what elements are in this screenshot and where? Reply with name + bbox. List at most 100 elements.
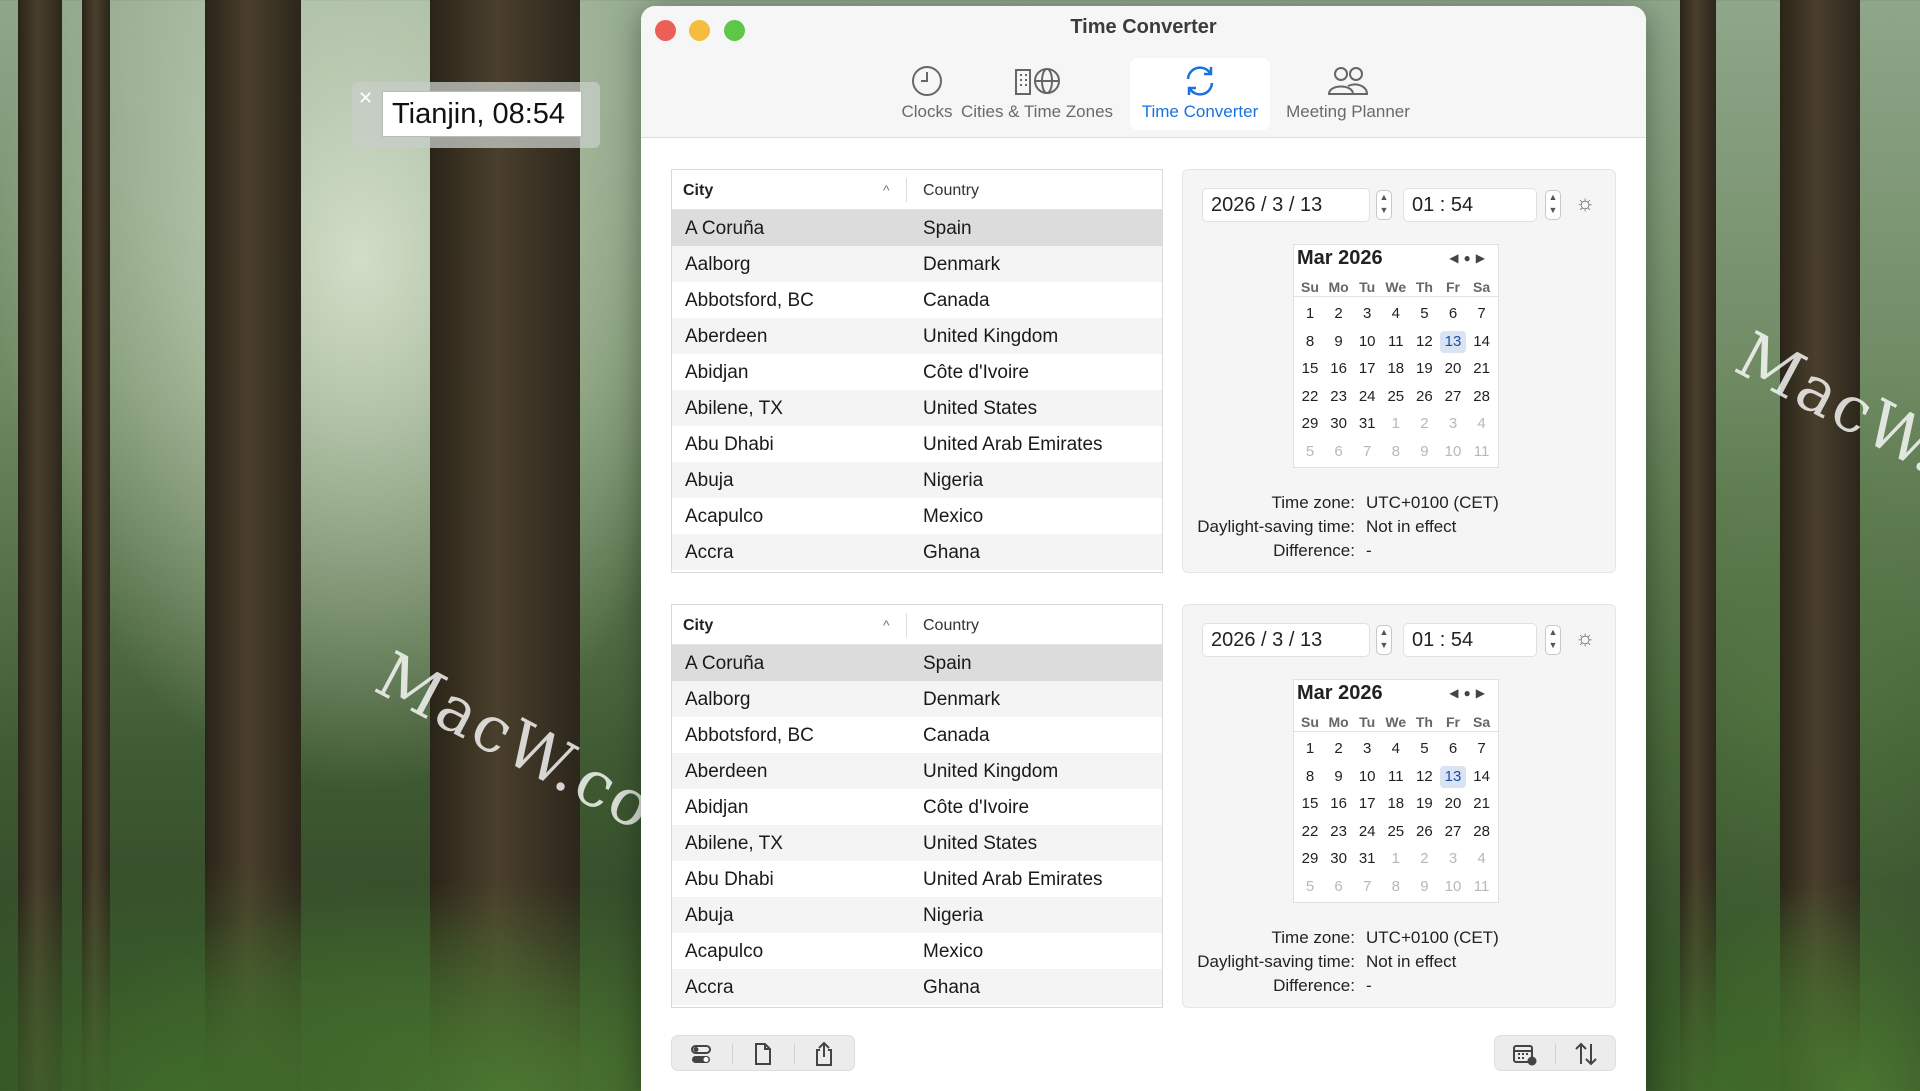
- calendar-day[interactable]: 8: [1383, 876, 1409, 898]
- calendar[interactable]: Mar 2026 ◀●▶ Su Mo Tu We Th Fr Sa 1 2 3 4 5 6 7 8 9 10 11 12…: [1293, 244, 1499, 468]
- table-row[interactable]: Abilene, TX United States: [672, 390, 1162, 426]
- calendar-day[interactable]: 3: [1440, 413, 1466, 435]
- table-row[interactable]: Accra Ghana: [672, 969, 1162, 1005]
- calendar-day[interactable]: 16: [1326, 793, 1352, 815]
- share-button[interactable]: [809, 1040, 839, 1068]
- calendar-day[interactable]: 31: [1354, 848, 1380, 870]
- calendar-day[interactable]: 8: [1383, 441, 1409, 463]
- city-table-top[interactable]: City ^ Country A Coruña Spain Aalborg Denma…: [671, 169, 1163, 573]
- document-button[interactable]: [747, 1040, 777, 1068]
- column-header-city[interactable]: City: [683, 617, 713, 635]
- calendar-day[interactable]: 6: [1326, 876, 1352, 898]
- settings-toggle-button[interactable]: [686, 1040, 716, 1068]
- table-row[interactable]: Abu Dhabi United Arab Emirates: [672, 426, 1162, 462]
- calendar-day[interactable]: 31: [1354, 413, 1380, 435]
- table-row[interactable]: Abidjan Côte d'Ivoire: [672, 354, 1162, 390]
- table-row[interactable]: Aberdeen United Kingdom: [672, 753, 1162, 789]
- time-field[interactable]: 01 : 54: [1403, 188, 1537, 222]
- floating-clock-widget[interactable]: ✕ Tianjin, 08:54: [352, 82, 600, 148]
- calendar-day[interactable]: 27: [1440, 386, 1466, 408]
- table-row[interactable]: Aalborg Denmark: [672, 246, 1162, 282]
- calendar-day[interactable]: 10: [1354, 766, 1380, 788]
- table-row[interactable]: Abbotsford, BC Canada: [672, 717, 1162, 753]
- date-stepper[interactable]: ▲ ▼: [1376, 190, 1392, 220]
- calendar-day[interactable]: 1: [1383, 413, 1409, 435]
- calendar-day[interactable]: 23: [1326, 821, 1352, 843]
- calendar-day[interactable]: 5: [1411, 303, 1437, 325]
- city-table-bottom[interactable]: City ^ Country A Coruña Spain Aalborg Denma…: [671, 604, 1163, 1008]
- calendar-day[interactable]: 6: [1440, 738, 1466, 760]
- sort-ascending-icon[interactable]: ^: [883, 182, 890, 198]
- column-header-country[interactable]: Country: [923, 617, 979, 635]
- calendar-day[interactable]: 30: [1326, 848, 1352, 870]
- calendar-day[interactable]: 2: [1411, 413, 1437, 435]
- calendar-day[interactable]: 30: [1326, 413, 1352, 435]
- calendar-day[interactable]: 4: [1383, 738, 1409, 760]
- calendar-day[interactable]: 8: [1297, 766, 1323, 788]
- calendar-day[interactable]: 5: [1411, 738, 1437, 760]
- table-row[interactable]: Accra Ghana: [672, 534, 1162, 570]
- tab-meeting-planner[interactable]: Meeting Planner: [1281, 58, 1415, 130]
- calendar-day[interactable]: 9: [1326, 331, 1352, 353]
- calendar-day[interactable]: 14: [1469, 766, 1495, 788]
- calendar-prev-icon[interactable]: ◀: [1449, 686, 1463, 700]
- calendar-day[interactable]: 18: [1383, 793, 1409, 815]
- calendar-day[interactable]: 5: [1297, 441, 1323, 463]
- table-row[interactable]: Abuja Nigeria: [672, 462, 1162, 498]
- calendar-day[interactable]: 2: [1326, 303, 1352, 325]
- calendar-day[interactable]: 11: [1383, 331, 1409, 353]
- calendar-day[interactable]: 17: [1354, 793, 1380, 815]
- calendar-day[interactable]: 13: [1440, 765, 1466, 788]
- calendar-day[interactable]: 7: [1469, 303, 1495, 325]
- calendar-day[interactable]: 2: [1411, 848, 1437, 870]
- calendar-day[interactable]: 17: [1354, 358, 1380, 380]
- calendar-day[interactable]: 7: [1354, 441, 1380, 463]
- calendar-day[interactable]: 9: [1411, 441, 1437, 463]
- calendar-next-icon[interactable]: ▶: [1476, 686, 1490, 700]
- table-row[interactable]: Abidjan Côte d'Ivoire: [672, 789, 1162, 825]
- date-field[interactable]: 2026 / 3 / 13: [1202, 188, 1370, 222]
- column-header-city[interactable]: City: [683, 182, 713, 200]
- time-field[interactable]: 01 : 54: [1403, 623, 1537, 657]
- calendar-day[interactable]: 29: [1297, 413, 1323, 435]
- calendar-day[interactable]: 9: [1411, 876, 1437, 898]
- table-row[interactable]: Abilene, TX United States: [672, 825, 1162, 861]
- calendar-day[interactable]: 15: [1297, 793, 1323, 815]
- sort-ascending-icon[interactable]: ^: [883, 617, 890, 633]
- calendar-day[interactable]: 12: [1411, 766, 1437, 788]
- time-stepper[interactable]: ▲ ▼: [1545, 190, 1561, 220]
- calendar-day[interactable]: 9: [1326, 766, 1352, 788]
- date-stepper[interactable]: ▲ ▼: [1376, 625, 1392, 655]
- calendar-day[interactable]: 13: [1440, 330, 1466, 353]
- table-row[interactable]: Acapulco Mexico: [672, 498, 1162, 534]
- calendar-day[interactable]: 4: [1383, 303, 1409, 325]
- calendar-day[interactable]: 24: [1354, 821, 1380, 843]
- close-icon[interactable]: ✕: [358, 88, 373, 109]
- table-row[interactable]: Acapulco Mexico: [672, 933, 1162, 969]
- calendar-prev-icon[interactable]: ◀: [1449, 251, 1463, 265]
- calendar-day[interactable]: 6: [1326, 441, 1352, 463]
- calendar-day[interactable]: 11: [1469, 441, 1495, 463]
- calendar-day[interactable]: 4: [1469, 848, 1495, 870]
- calendar-day[interactable]: 6: [1440, 303, 1466, 325]
- table-row[interactable]: A Coruña Spain: [672, 645, 1162, 681]
- calendar-day[interactable]: 1: [1297, 738, 1323, 760]
- calendar-day[interactable]: 18: [1383, 358, 1409, 380]
- calendar-settings-button[interactable]: [1509, 1040, 1539, 1068]
- calendar-day[interactable]: 12: [1411, 331, 1437, 353]
- calendar-day[interactable]: 21: [1469, 358, 1495, 380]
- calendar-today-icon[interactable]: ●: [1464, 686, 1476, 700]
- table-row[interactable]: Abbotsford, BC Canada: [672, 282, 1162, 318]
- calendar-day[interactable]: 8: [1297, 331, 1323, 353]
- calendar-day[interactable]: 10: [1354, 331, 1380, 353]
- calendar-day[interactable]: 3: [1440, 848, 1466, 870]
- calendar-day[interactable]: 19: [1411, 358, 1437, 380]
- calendar-day[interactable]: 10: [1440, 876, 1466, 898]
- calendar-day[interactable]: 16: [1326, 358, 1352, 380]
- table-row[interactable]: Abu Dhabi United Arab Emirates: [672, 861, 1162, 897]
- swap-button[interactable]: [1571, 1040, 1601, 1068]
- calendar-day[interactable]: 26: [1411, 821, 1437, 843]
- calendar-day[interactable]: 22: [1297, 386, 1323, 408]
- tab-time-converter[interactable]: Time Converter: [1130, 58, 1270, 130]
- table-row[interactable]: Aalborg Denmark: [672, 681, 1162, 717]
